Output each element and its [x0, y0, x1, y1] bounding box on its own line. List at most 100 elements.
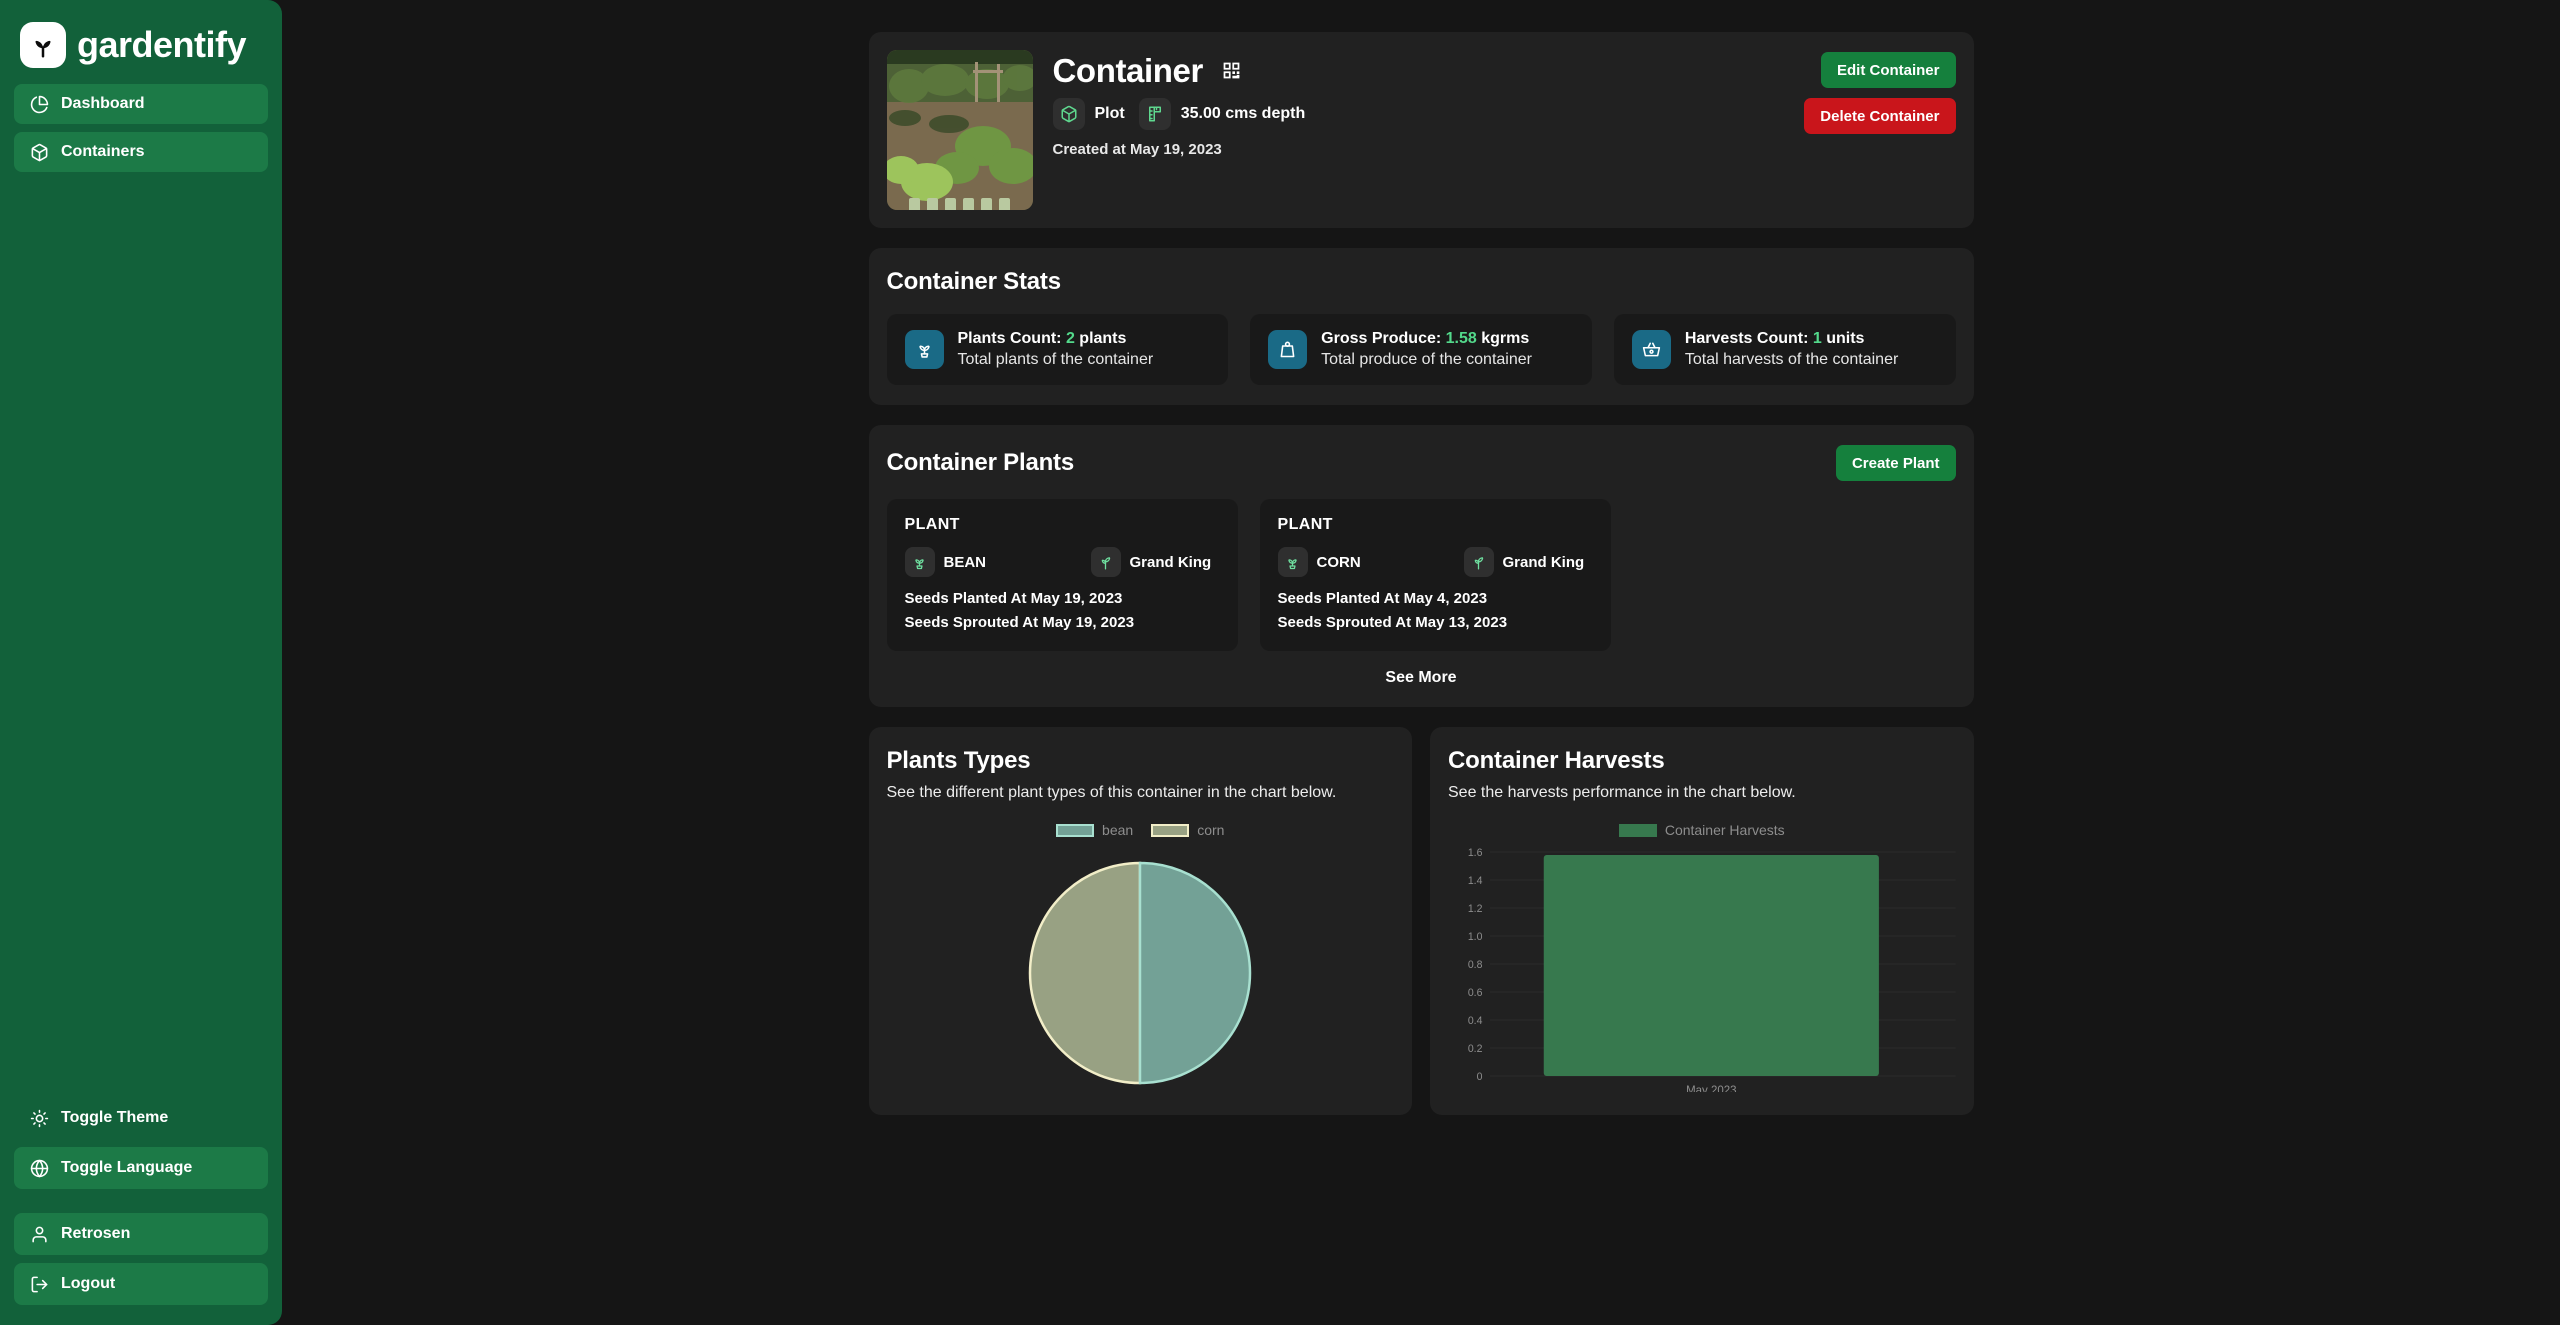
legend-swatch [1056, 823, 1095, 837]
logout-label: Logout [61, 1275, 116, 1292]
container-title-row: Container [1053, 54, 1785, 87]
svg-text:1.6: 1.6 [1468, 847, 1483, 859]
stat-text: Harvests Count: 1 units Total harvests o… [1685, 330, 1898, 369]
sidebar-divider-space [14, 1197, 268, 1205]
container-harvests-chart-card: Container Harvests See the harvests perf… [1430, 727, 1974, 1115]
brand: gardentify [14, 14, 268, 84]
sidebar: gardentify Dashboard Containers Toggle T… [0, 0, 282, 1325]
container-thumbnail [886, 50, 1033, 210]
svg-text:0.4: 0.4 [1468, 1015, 1483, 1027]
content-column: Container Plot 35.00 cms depth Created a… [868, 32, 1974, 1115]
plant-dates: Seeds Planted At May 19, 2023 Seeds Spro… [905, 590, 1220, 631]
plants-types-chart-card: Plants Types See the different plant typ… [868, 727, 1412, 1115]
plant-sprouted-date: Seeds Sprouted At May 19, 2023 [904, 614, 1135, 631]
legend-item-corn[interactable]: corn [1151, 822, 1224, 838]
toggle-theme-label: Toggle Theme [61, 1109, 169, 1126]
create-plant-button[interactable]: Create Plant [1835, 445, 1956, 481]
sidebar-item-containers[interactable]: Containers [14, 132, 268, 172]
delete-container-button[interactable]: Delete Container [1804, 98, 1956, 134]
sidebar-footer: Toggle Theme Toggle Language Retrosen Lo… [14, 1097, 268, 1305]
container-actions: Edit Container Delete Container [1804, 50, 1956, 134]
legend-item-bean[interactable]: bean [1056, 822, 1133, 838]
legend-label: Container Harvests [1664, 822, 1785, 838]
svg-text:0.6: 0.6 [1468, 987, 1483, 999]
sidebar-nav: Dashboard Containers [14, 84, 268, 172]
plant-chips: BEAN Grand King [904, 547, 1220, 577]
plant-variety-label: Grand King [1502, 553, 1585, 571]
stat-value-line: Harvests Count: 1 units [1685, 330, 1898, 348]
stat-suffix: kgrms [1476, 330, 1530, 347]
plant-variety-chip: Grand King [1090, 547, 1267, 577]
container-depth-chip: 35.00 cms depth [1138, 98, 1306, 130]
plant-variety-label: Grand King [1129, 553, 1212, 571]
logout-button[interactable]: Logout [14, 1263, 268, 1305]
pie-legend: bean corn [887, 822, 1395, 838]
plant-kind-label: PLANT [1277, 516, 1333, 533]
weight-icon [1268, 330, 1308, 369]
stat-description: Total produce of the container [1321, 351, 1532, 368]
account-label: Retrosen [61, 1225, 131, 1242]
plant-card[interactable]: PLANT BEAN Grand King Seeds Planted At M… [886, 499, 1238, 651]
see-more-link[interactable]: See More [887, 669, 1956, 687]
sun-icon [28, 1107, 50, 1129]
seedling-icon [904, 330, 944, 369]
plant-type-chip: BEAN [904, 547, 1081, 577]
cube-icon [28, 141, 50, 163]
page-title: Container [1052, 52, 1204, 89]
plant-kind-label: PLANT [904, 516, 960, 533]
logout-icon [28, 1273, 50, 1295]
plant-card[interactable]: PLANT CORN Grand King Seeds Planted At M… [1259, 499, 1611, 651]
account-button[interactable]: Retrosen [14, 1213, 268, 1255]
plants-title: Container Plants [886, 449, 1075, 476]
bar-chart[interactable]: 1.6 1.4 1.2 1.0 0.8 0.6 0.4 0.2 0 May 20… [1448, 838, 1956, 1097]
user-icon [28, 1223, 50, 1245]
plants-types-title: Plants Types [886, 747, 1031, 774]
legend-swatch [1151, 823, 1190, 837]
stat-value-line: Gross Produce: 1.58 kgrms [1321, 330, 1532, 348]
container-depth-label: 35.00 cms depth [1180, 105, 1306, 122]
edit-container-button[interactable]: Edit Container [1820, 52, 1956, 88]
stat-text: Gross Produce: 1.58 kgrms Total produce … [1321, 330, 1532, 369]
stat-card-plants-count: Plants Count: 2 plants Total plants of t… [886, 314, 1229, 385]
toggle-theme-button[interactable]: Toggle Theme [14, 1097, 268, 1139]
seedling-icon [904, 547, 935, 577]
plant-variety-chip: Grand King [1463, 547, 1640, 577]
stats-row: Plants Count: 2 plants Total plants of t… [886, 314, 1956, 385]
seedling-logo-icon [20, 22, 66, 68]
stat-card-harvests-count: Harvests Count: 1 units Total harvests o… [1613, 314, 1956, 385]
stats-header: Container Stats [887, 268, 1956, 296]
sprout-icon [1090, 547, 1121, 577]
container-info: Container Plot 35.00 cms depth Created a… [1052, 50, 1785, 158]
stat-text: Plants Count: 2 plants Total plants of t… [958, 330, 1154, 369]
harvests-subtitle: See the harvests performance in the char… [1448, 784, 1796, 801]
bar-may-2023 [1543, 855, 1879, 1076]
plants-header: Container Plants Create Plant [887, 445, 1956, 481]
plant-type-label: CORN [1316, 553, 1361, 571]
container-type-label: Plot [1094, 105, 1125, 122]
stat-description: Total harvests of the container [1684, 351, 1899, 368]
stat-description: Total plants of the container [957, 351, 1154, 368]
main-content: Container Plot 35.00 cms depth Created a… [282, 0, 2560, 1325]
sidebar-item-label: Dashboard [61, 95, 145, 112]
plants-row: PLANT BEAN Grand King Seeds Planted At M… [886, 499, 1956, 651]
svg-text:0: 0 [1477, 1071, 1483, 1083]
toggle-language-label: Toggle Language [61, 1159, 193, 1176]
bar-chart-svg: 1.6 1.4 1.2 1.0 0.8 0.6 0.4 0.2 0 May 20… [1468, 847, 1956, 1097]
svg-text:1.0: 1.0 [1468, 931, 1483, 943]
legend-item-container-harvests[interactable]: Container Harvests [1618, 822, 1785, 838]
svg-text:0.2: 0.2 [1468, 1043, 1483, 1055]
basket-icon [1631, 330, 1671, 369]
x-axis-tick-label: May 2023 [1686, 1084, 1737, 1092]
legend-label: corn [1197, 822, 1225, 838]
qr-code-icon[interactable] [1221, 60, 1242, 81]
harvests-title: Container Harvests [1448, 747, 1665, 774]
plant-planted-date: Seeds Planted At May 19, 2023 [904, 590, 1123, 607]
svg-text:0.8: 0.8 [1468, 959, 1483, 971]
cube-icon [1052, 98, 1085, 130]
plants-types-subtitle: See the different plant types of this co… [886, 784, 1337, 801]
stat-suffix: units [1821, 330, 1865, 347]
pie-chart[interactable] [887, 838, 1395, 1097]
container-created-at: Created at May 19, 2023 [1052, 141, 1222, 158]
toggle-language-button[interactable]: Toggle Language [14, 1147, 268, 1189]
sidebar-item-dashboard[interactable]: Dashboard [14, 84, 268, 124]
